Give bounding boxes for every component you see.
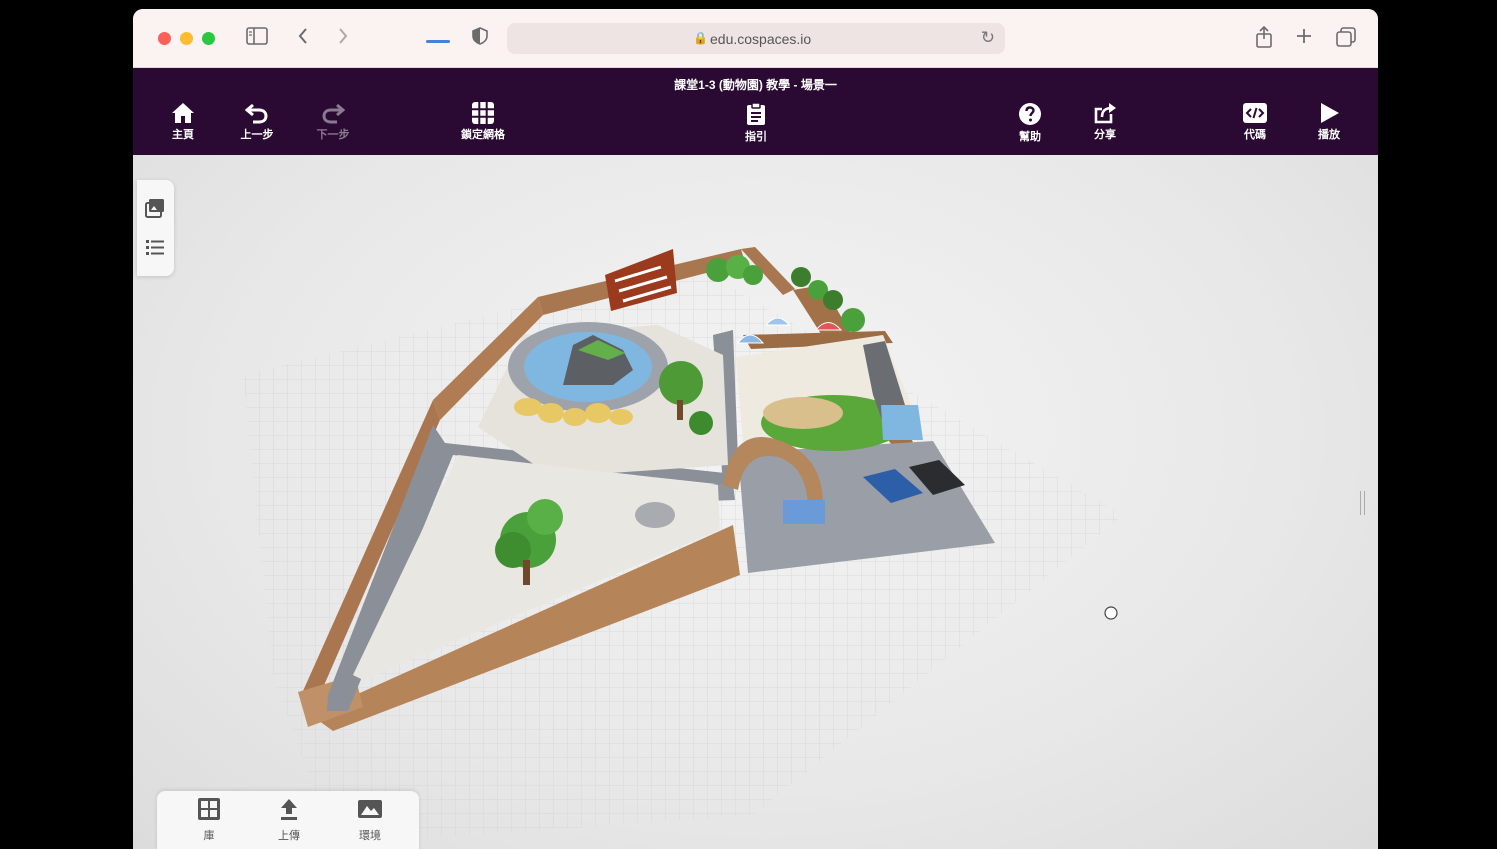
- panel-resize-handle[interactable]: [1360, 491, 1365, 515]
- tab-overview-icon[interactable]: [1333, 26, 1359, 52]
- url-text: edu.cospaces.io: [710, 31, 812, 47]
- undo-button[interactable]: 上一步: [227, 102, 287, 152]
- grid-icon: [472, 102, 494, 124]
- library-label: 庫: [203, 830, 215, 842]
- project-title[interactable]: 課堂1-3 (動物園) 教學 - 場景一: [133, 76, 1378, 93]
- undo-label: 上一步: [240, 129, 274, 141]
- code-button[interactable]: 代碼: [1225, 102, 1285, 152]
- share-label: 分享: [1094, 129, 1116, 141]
- reload-icon[interactable]: ↻: [981, 28, 995, 48]
- lock-grid-label: 鎖定網格: [461, 129, 505, 141]
- back-icon[interactable]: [290, 26, 316, 52]
- hand-cursor-icon: [1104, 606, 1118, 620]
- upload-button[interactable]: 上傳: [254, 797, 324, 843]
- upload-label: 上傳: [278, 830, 300, 842]
- home-button[interactable]: 主頁: [153, 102, 213, 152]
- zoo-scene-3d[interactable]: [133, 155, 1378, 849]
- app-toolbar: 課堂1-3 (動物園) 教學 - 場景一 主頁 上一步 下一步 鎖定網格 指引 …: [133, 68, 1378, 155]
- environment-label: 環境: [359, 830, 381, 842]
- browser-window: 🔒 edu.cospaces.io ↻ 課堂1-3 (動物園) 教學 - 場景一…: [133, 9, 1378, 849]
- environment-button[interactable]: 環境: [335, 797, 405, 843]
- undo-icon: [245, 103, 268, 124]
- gallery-icon: [145, 199, 164, 218]
- redo-label: 下一步: [316, 129, 350, 141]
- share-button[interactable]: 分享: [1075, 102, 1135, 152]
- code-label: 代碼: [1244, 129, 1266, 141]
- upload-icon: [281, 799, 297, 820]
- share-icon: [1094, 103, 1116, 124]
- scene-canvas[interactable]: 庫 上傳 環境: [133, 155, 1378, 849]
- new-tab-icon[interactable]: [1291, 26, 1317, 52]
- list-icon: [146, 240, 164, 255]
- guide-button[interactable]: 指引: [726, 102, 786, 152]
- left-panel: [137, 180, 174, 276]
- lock-grid-button[interactable]: 鎖定網格: [453, 102, 513, 152]
- library-button[interactable]: 庫: [174, 797, 244, 843]
- play-button[interactable]: 播放: [1299, 102, 1359, 152]
- address-bar[interactable]: 🔒 edu.cospaces.io ↻: [507, 23, 1005, 54]
- forward-icon[interactable]: [330, 26, 356, 52]
- elephant: [635, 502, 675, 528]
- share-sheet-icon[interactable]: [1251, 25, 1277, 52]
- help-label: 幫助: [1019, 131, 1041, 143]
- home-label: 主頁: [172, 129, 194, 141]
- environment-icon: [358, 800, 382, 818]
- entrance-gate: [783, 500, 825, 524]
- waterfall: [881, 405, 923, 440]
- bottom-panel: 庫 上傳 環境: [157, 791, 419, 849]
- redo-icon: [322, 103, 345, 124]
- gallery-button[interactable]: [143, 196, 167, 220]
- privacy-shield-icon[interactable]: [467, 26, 493, 52]
- redo-button[interactable]: 下一步: [303, 102, 363, 152]
- browser-chrome: 🔒 edu.cospaces.io ↻: [133, 9, 1378, 68]
- screen: 🔒 edu.cospaces.io ↻ 課堂1-3 (動物園) 教學 - 場景一…: [0, 0, 1497, 849]
- object-list-button[interactable]: [143, 235, 167, 259]
- minimize-window-button[interactable]: [180, 32, 193, 45]
- help-button[interactable]: 幫助: [1000, 102, 1060, 152]
- clipboard-icon: [747, 102, 765, 125]
- play-label: 播放: [1318, 129, 1340, 141]
- help-icon: [1019, 103, 1041, 125]
- sidebar-toggle-icon[interactable]: [244, 26, 270, 52]
- lock-icon: 🔒: [693, 31, 708, 45]
- library-icon: [198, 798, 220, 820]
- lion-sand: [763, 397, 843, 429]
- close-window-button[interactable]: [158, 32, 171, 45]
- play-icon: [1321, 103, 1339, 123]
- code-icon: [1243, 103, 1267, 123]
- tab-group-icon[interactable]: [425, 26, 451, 52]
- guide-label: 指引: [745, 131, 767, 143]
- zoom-window-button[interactable]: [202, 32, 215, 45]
- home-icon: [172, 103, 194, 123]
